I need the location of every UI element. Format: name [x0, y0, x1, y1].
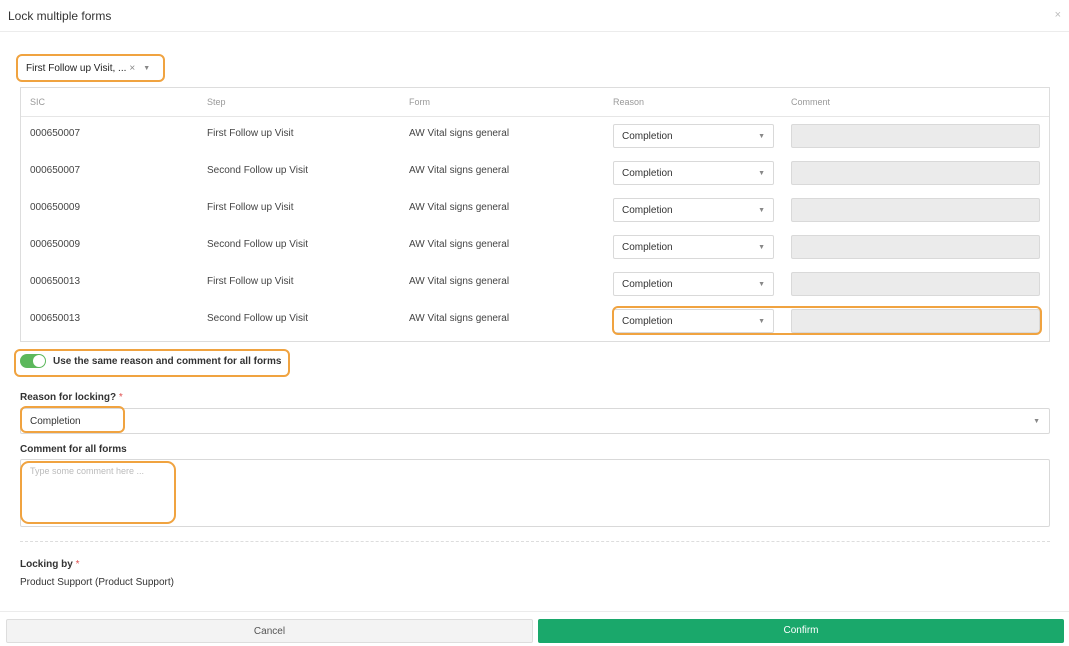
table-header: SIC Step Form Reason Comment [21, 88, 1049, 117]
chevron-down-icon: ▼ [1033, 418, 1040, 425]
chevron-down-icon: ▼ [758, 133, 765, 140]
cell-step: First Follow up Visit [207, 202, 294, 213]
table-row: 000650009 Second Follow up Visit AW Vita… [21, 228, 1049, 265]
cell-sic: 000650009 [30, 202, 81, 213]
lock-forms-dialog: Lock multiple forms × First Follow up Vi… [0, 0, 1069, 646]
forms-table: SIC Step Form Reason Comment 000650007 F… [20, 87, 1050, 342]
reason-field-label: Reason for locking? * [20, 392, 123, 403]
row-reason-select[interactable]: Completion ▼ [613, 309, 774, 333]
cell-form: AW Vital signs general [409, 239, 510, 250]
comment-textarea[interactable] [20, 459, 1050, 527]
table-row: 000650013 First Follow up Visit AW Vital… [21, 265, 1049, 302]
table-row: 000650013 Second Follow up Visit AW Vita… [21, 302, 1049, 339]
row-reason-value: Completion [622, 131, 673, 142]
row-comment-input[interactable] [791, 272, 1040, 296]
chevron-down-icon: ▼ [758, 318, 765, 325]
row-reason-value: Completion [622, 168, 673, 179]
row-comment-input[interactable] [791, 124, 1040, 148]
row-comment-input[interactable] [791, 235, 1040, 259]
cell-form: AW Vital signs general [409, 202, 510, 213]
cell-sic: 000650009 [30, 239, 81, 250]
column-header-form: Form [409, 97, 430, 107]
cell-sic: 000650007 [30, 165, 81, 176]
column-header-reason: Reason [613, 97, 645, 107]
cell-sic: 000650013 [30, 313, 81, 324]
row-reason-select[interactable]: Completion ▼ [613, 161, 774, 185]
cancel-button[interactable]: Cancel [6, 619, 533, 643]
same-reason-toggle-row: Use the same reason and comment for all … [20, 354, 281, 368]
row-reason-value: Completion [622, 242, 673, 253]
column-header-step: Step [207, 97, 226, 107]
row-comment-input[interactable] [791, 309, 1040, 333]
dialog-title: Lock multiple forms [8, 9, 112, 23]
close-icon[interactable]: × [1055, 9, 1061, 21]
reason-select[interactable]: Completion ▼ [20, 408, 1050, 434]
column-header-comment: Comment [791, 97, 831, 107]
cell-sic: 000650007 [30, 128, 81, 139]
divider [20, 541, 1050, 542]
row-reason-value: Completion [622, 316, 673, 327]
dialog-header: Lock multiple forms × [0, 0, 1069, 32]
table-row: 000650009 First Follow up Visit AW Vital… [21, 191, 1049, 228]
cell-step: Second Follow up Visit [207, 165, 308, 176]
locking-by-value: Product Support (Product Support) [20, 577, 174, 588]
dialog-footer [0, 611, 1069, 612]
locking-by-label: Locking by * [20, 559, 79, 570]
chevron-down-icon: ▼ [143, 64, 151, 72]
required-mark: * [118, 392, 123, 403]
cell-form: AW Vital signs general [409, 128, 510, 139]
same-reason-label: Use the same reason and comment for all … [53, 355, 282, 367]
cell-step: First Follow up Visit [207, 128, 294, 139]
row-reason-select[interactable]: Completion ▼ [613, 198, 774, 222]
row-reason-select[interactable]: Completion ▼ [613, 235, 774, 259]
cell-form: AW Vital signs general [409, 165, 510, 176]
same-reason-toggle[interactable] [20, 354, 46, 368]
step-filter-select[interactable]: First Follow up Visit, ... × ▼ [20, 58, 162, 78]
toggle-knob [33, 355, 45, 367]
cell-sic: 000650013 [30, 276, 81, 287]
reason-label-text: Reason for locking? [20, 392, 117, 403]
comment-field-label: Comment for all forms [20, 444, 127, 455]
step-filter-value: First Follow up Visit, ... [26, 62, 127, 74]
reason-select-value: Completion [30, 416, 81, 427]
cell-step: Second Follow up Visit [207, 313, 308, 324]
cell-form: AW Vital signs general [409, 313, 510, 324]
row-reason-select[interactable]: Completion ▼ [613, 272, 774, 296]
cell-step: Second Follow up Visit [207, 239, 308, 250]
chevron-down-icon: ▼ [758, 281, 765, 288]
chevron-down-icon: ▼ [758, 207, 765, 214]
chevron-down-icon: ▼ [758, 170, 765, 177]
cell-form: AW Vital signs general [409, 276, 510, 287]
row-comment-input[interactable] [791, 161, 1040, 185]
confirm-button[interactable]: Confirm [538, 619, 1064, 643]
chevron-down-icon: ▼ [758, 244, 765, 251]
clear-filter-icon[interactable]: × [129, 63, 135, 74]
table-row: 000650007 First Follow up Visit AW Vital… [21, 117, 1049, 154]
cell-step: First Follow up Visit [207, 276, 294, 287]
locking-by-label-text: Locking by [20, 559, 73, 570]
row-reason-select[interactable]: Completion ▼ [613, 124, 774, 148]
column-header-sic: SIC [30, 97, 46, 107]
row-comment-input[interactable] [791, 198, 1040, 222]
row-reason-value: Completion [622, 279, 673, 290]
row-reason-value: Completion [622, 205, 673, 216]
table-row: 000650007 Second Follow up Visit AW Vita… [21, 154, 1049, 191]
required-mark: * [75, 559, 80, 570]
